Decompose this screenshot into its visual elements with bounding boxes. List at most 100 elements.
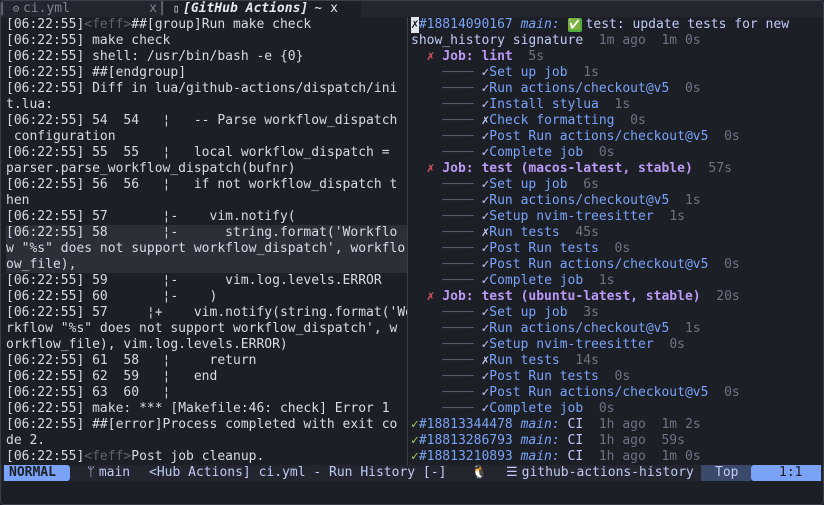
step-row[interactable]: ──── ✓ Set up job 6s	[411, 177, 823, 193]
run-row[interactable]: ✓ #18813344478 main: CI 1h ago 1m 2s	[411, 417, 823, 433]
step-row[interactable]: ──── ✓ Complete job 0s	[411, 401, 823, 417]
step-row[interactable]: ──── ✗ Run tests 45s	[411, 225, 823, 241]
step-row[interactable]: ──── ✓ Post Run actions/checkout@v5 0s	[411, 385, 823, 401]
log-text: 54 54 ¦ -- Parse workflow_dispatch	[84, 113, 398, 128]
step-status-icon: ✓	[481, 273, 490, 288]
run-id[interactable]: #18813286793	[419, 433, 513, 449]
log-timestamp: [06:22:55]	[6, 145, 85, 160]
step-status-icon: ✓	[481, 385, 490, 400]
statusline-buffer-name: ☰ github-actions-history	[506, 465, 694, 481]
step-row[interactable]: ──── ✓ Setup nvim-treesitter 1s	[411, 209, 823, 225]
step-duration: 0s	[614, 241, 631, 256]
step-row[interactable]: ──── ✗ Run tests 14s	[411, 353, 823, 369]
log-line: [06:22:55]<feff>Post job cleanup.	[6, 449, 407, 465]
step-row[interactable]: ──── ✓ Run actions/checkout@v5 0s	[411, 81, 823, 97]
tab-close-icon[interactable]: x	[149, 1, 157, 17]
step-row[interactable]: ──── ✓ Post Run actions/checkout@v5 0s	[411, 129, 823, 145]
tree-branch: ────	[411, 321, 482, 336]
step-row[interactable]: ──── ✓ Post Run actions/checkout@v5 0s	[411, 257, 823, 273]
run-id[interactable]: #18813210893	[419, 449, 513, 465]
step-row[interactable]: ──── ✓ Post Run tests 0s	[411, 241, 823, 257]
tab-close-icon[interactable]: x	[330, 1, 338, 17]
step-name: Post Run actions/checkout@v5	[489, 129, 709, 144]
log-timestamp: [06:22:55]	[6, 81, 85, 96]
log-text: ##[endgroup]	[84, 65, 187, 80]
run-branch: main:	[520, 417, 560, 432]
log-line: [06:22:55] ##[error]Process completed wi…	[6, 417, 407, 433]
job-row[interactable]: ✗ Job: lint 5s	[411, 49, 823, 65]
log-line: [06:22:55] 58 ¦- string.format('Workflo	[6, 225, 407, 241]
job-row[interactable]: ✗ Job: test (macos-latest, stable) 57s	[411, 161, 823, 177]
log-text: 59 ¦- vim.log.levels.ERROR	[84, 273, 382, 288]
log-timestamp: [06:22:55]	[6, 417, 85, 432]
step-duration: 1s	[684, 321, 701, 336]
tab-github-actions[interactable]: ▎ ▯ [GitHub Actions] ~ x	[161, 1, 361, 17]
log-timestamp: [06:22:55]	[6, 401, 85, 416]
command-line[interactable]	[1, 481, 823, 504]
log-timestamp: [06:22:55]	[6, 33, 85, 48]
step-duration: 45s	[575, 225, 599, 240]
run-id[interactable]: #18814090167	[419, 17, 513, 33]
log-timestamp: [06:22:55]	[6, 305, 85, 320]
step-name: Post Run actions/checkout@v5	[489, 385, 709, 400]
tab-ci-yml[interactable]: ▎ ⚙ ci.yml x	[1, 1, 161, 17]
step-status-icon: ✓	[481, 129, 490, 144]
log-text: 58 ¦- string.format('Workflo	[84, 225, 398, 240]
log-text: make: *** [Makefile:46: check] Error 1	[84, 401, 390, 416]
step-status-icon: ✓	[481, 145, 490, 160]
step-row[interactable]: ──── ✓ Setup nvim-treesitter 0s	[411, 337, 823, 353]
window-separator[interactable]	[407, 17, 408, 465]
step-row[interactable]: ──── ✓ Complete job 0s	[411, 145, 823, 161]
run-header[interactable]: ✗ #18814090167 main: ✅ test: update tests …	[411, 17, 823, 33]
log-line: t.lua:	[6, 97, 407, 113]
log-timestamp: [06:22:55]	[6, 289, 85, 304]
step-duration: 0s	[598, 401, 615, 416]
log-line: hen	[6, 193, 407, 209]
step-row[interactable]: ──── ✓ Set up job 1s	[411, 65, 823, 81]
step-duration: 0s	[724, 257, 740, 272]
log-line: [06:22:55] 55 55 ¦ local workflow_dispat…	[6, 145, 407, 161]
run-branch: main:	[520, 449, 560, 464]
step-row[interactable]: ──── ✓ Run actions/checkout@v5 1s	[411, 193, 823, 209]
log-pane[interactable]: [06:22:55]<feff>##[group]Run make check[…	[1, 17, 407, 465]
log-text: parser.parse_workflow_dispatch(bufnr)	[6, 161, 296, 176]
log-line: ow_file),	[6, 257, 407, 273]
run-duration: 1m 0s	[661, 33, 701, 48]
step-row[interactable]: ──── ✓ Install stylua 1s	[411, 97, 823, 113]
step-row[interactable]: ──── ✓ Post Run tests 0s	[411, 369, 823, 385]
job-label: Job: test (ubuntu-latest, stable)	[442, 289, 701, 304]
step-row[interactable]: ──── ✓ Set up job 3s	[411, 305, 823, 321]
log-text: make check	[84, 33, 171, 48]
step-row[interactable]: ──── ✓ Complete job 1s	[411, 273, 823, 289]
step-row[interactable]: ──── ✓ Run actions/checkout@v5 1s	[411, 321, 823, 337]
bom-marker: <feff>	[84, 449, 132, 464]
run-row[interactable]: ✓ #18813210893 main: CI 1h ago 1m 0s	[411, 449, 823, 465]
run-name: CI	[567, 417, 584, 432]
run-id[interactable]: #18813344478	[419, 417, 513, 433]
log-text: rkflow "%s" does not support workflow_di…	[6, 321, 398, 336]
tree-branch: ────	[411, 145, 482, 160]
tab-label: [GitHub Actions]	[183, 1, 309, 16]
job-row[interactable]: ✗ Job: test (ubuntu-latest, stable) 20s	[411, 289, 823, 305]
step-name: Set up job	[489, 177, 568, 192]
step-name: Post Run tests	[489, 241, 599, 256]
step-row[interactable]: ──── ✗ Check formatting 0s	[411, 113, 823, 129]
step-status-icon: ✓	[481, 401, 490, 416]
step-name: Post Run actions/checkout@v5	[489, 257, 709, 272]
scroll-position: Top	[701, 465, 751, 481]
run-row[interactable]: ✓ #18813286793 main: CI 1h ago 59s	[411, 433, 823, 449]
log-line: [06:22:55] shell: /usr/bin/bash -e {0}	[6, 49, 407, 65]
step-status-icon: ✓	[481, 193, 490, 208]
run-history-pane[interactable]: ✗ #18814090167 main: ✅ test: update tests …	[411, 17, 823, 465]
